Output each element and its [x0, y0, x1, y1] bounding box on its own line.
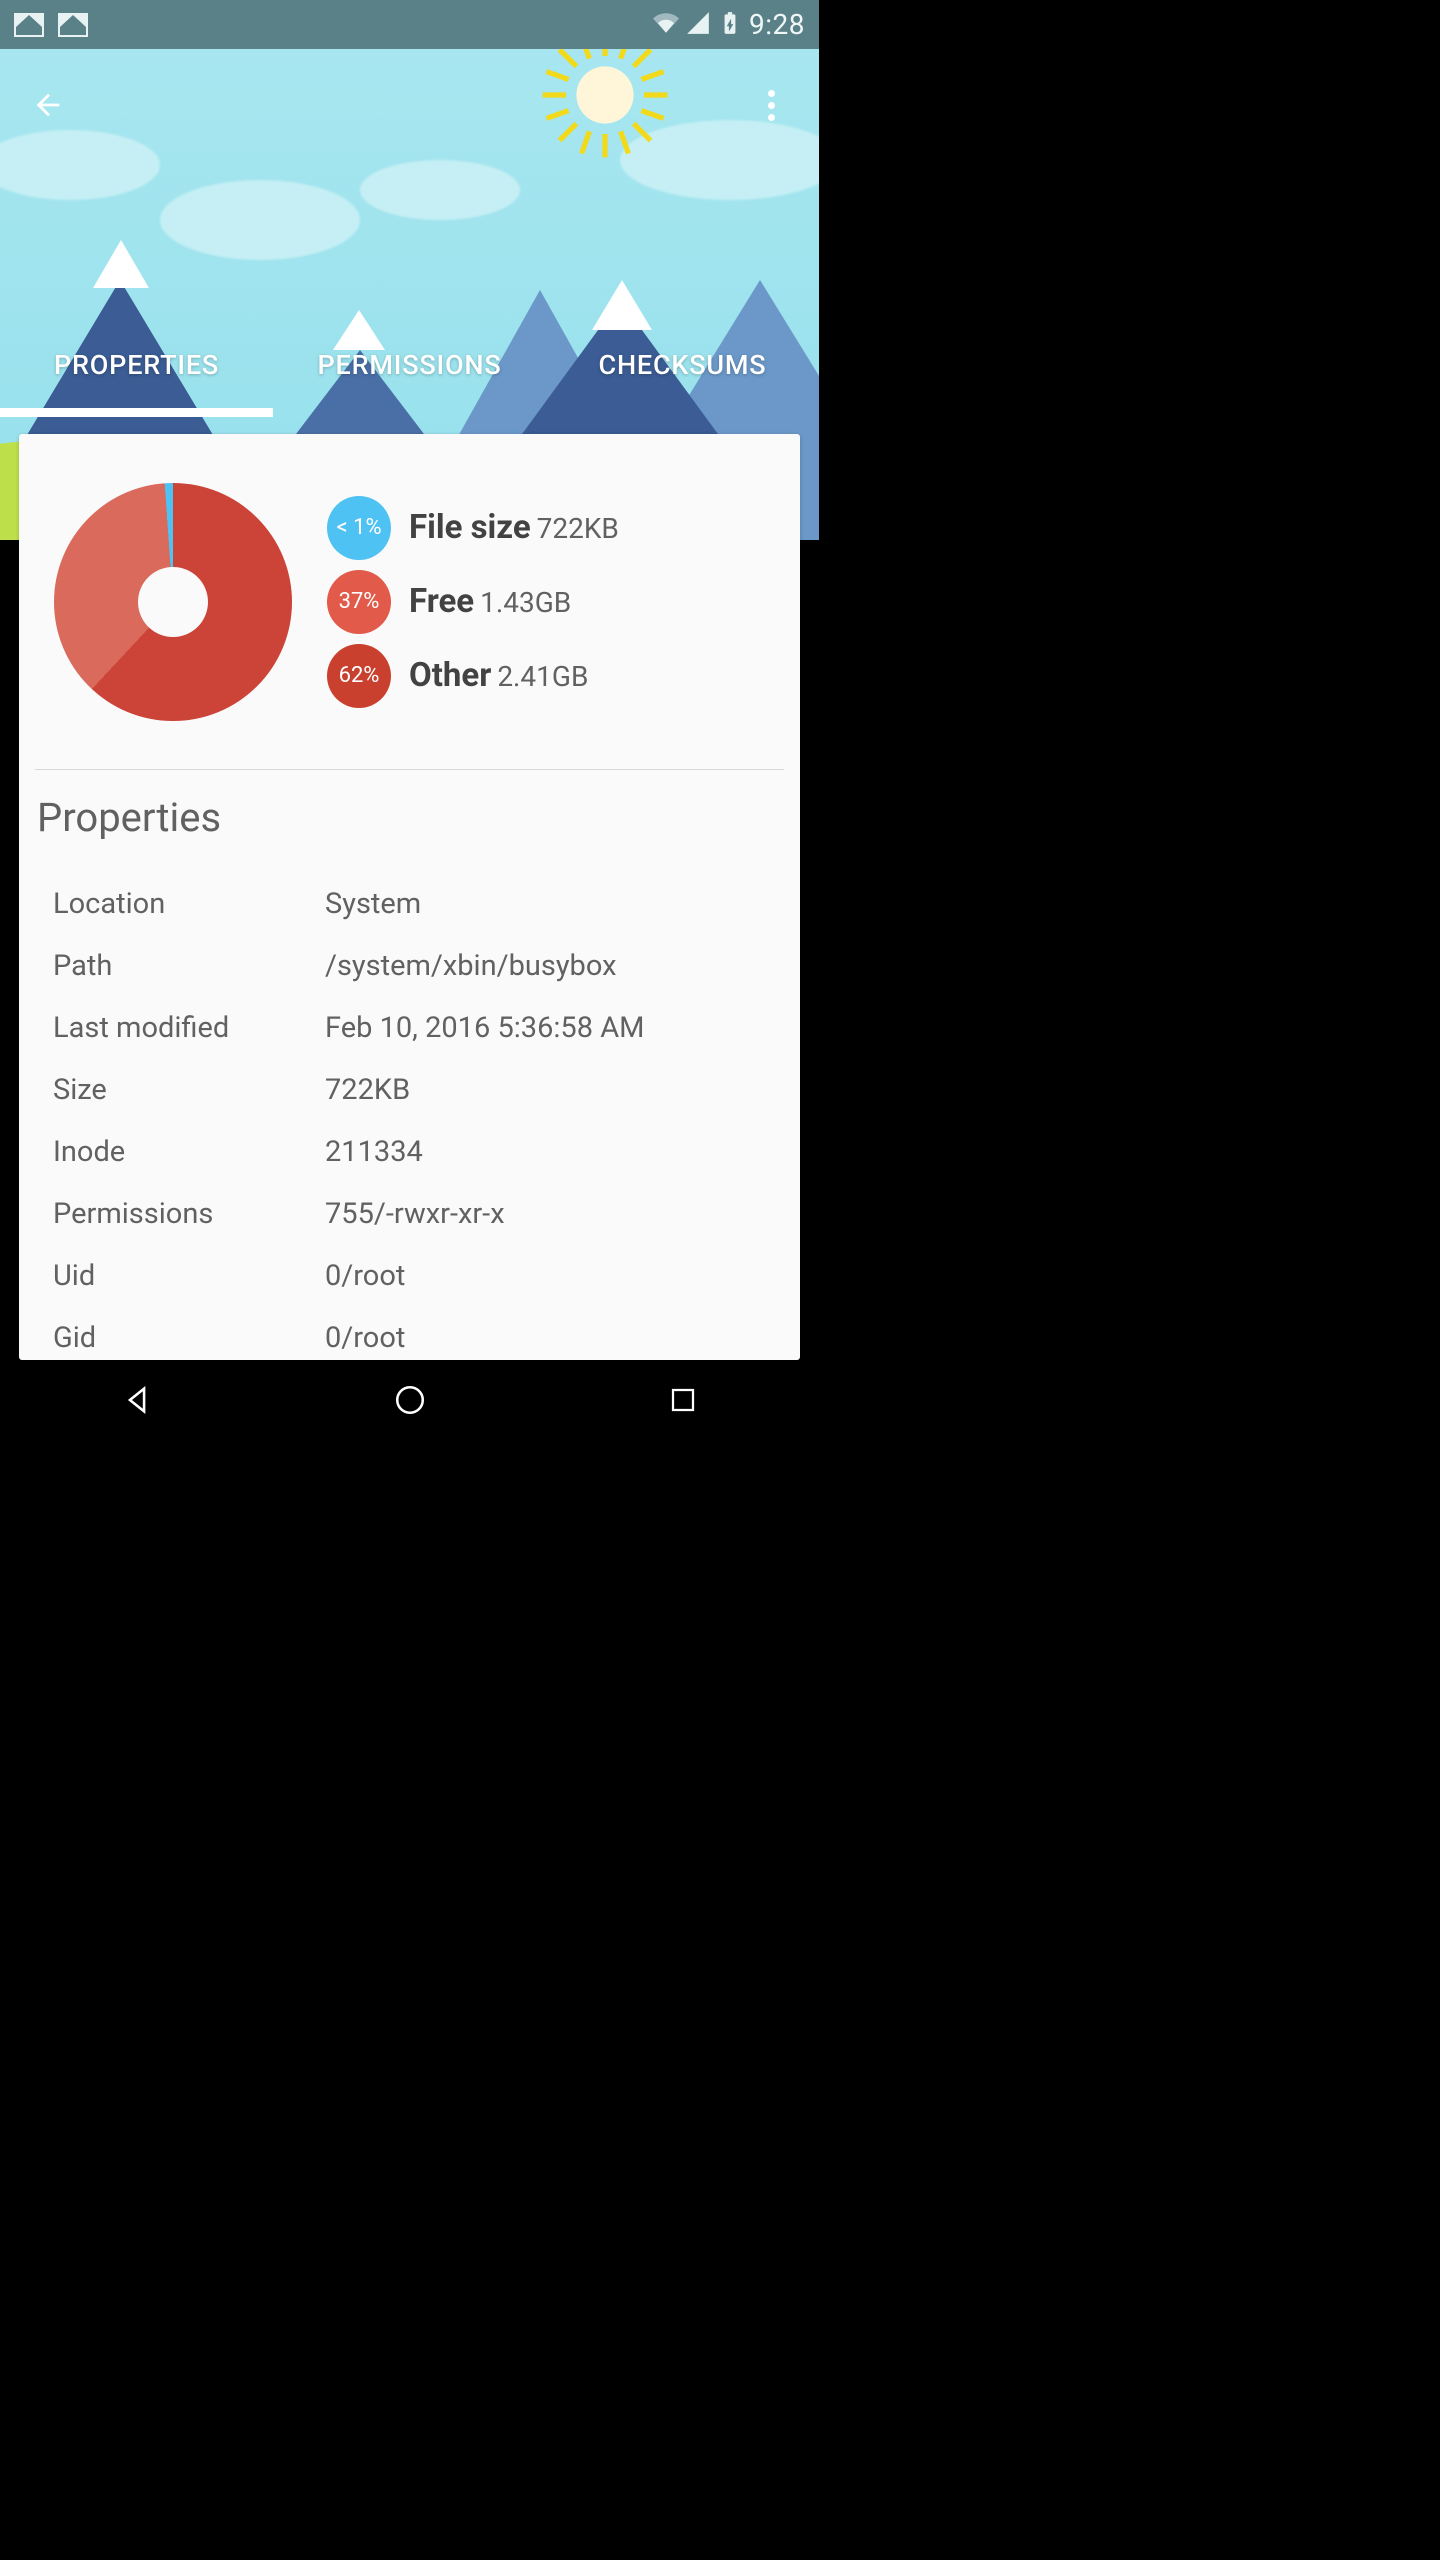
status-bar: 9:28 [0, 0, 819, 49]
prop-key: Path [53, 949, 325, 983]
more-vert-icon [768, 90, 775, 121]
prop-val: 722KB [325, 1073, 410, 1107]
nav-home-button[interactable] [380, 1375, 440, 1425]
prop-val: /system/xbin/busybox [325, 949, 616, 983]
prop-row-path: Path /system/xbin/busybox [53, 935, 784, 997]
prop-key: Gid [53, 1321, 325, 1355]
divider [35, 769, 784, 770]
legend-filesize: < 1% File size722KB [327, 496, 619, 560]
status-clock: 9:28 [749, 8, 805, 41]
free-value: 1.43GB [480, 586, 571, 619]
tab-properties[interactable]: PROPERTIES [0, 315, 273, 415]
storage-donut-chart [54, 483, 292, 721]
cellular-icon [685, 10, 711, 40]
circle-home-icon [393, 1383, 427, 1417]
prop-key: Size [53, 1073, 325, 1107]
prop-key: Uid [53, 1259, 325, 1293]
back-button[interactable] [24, 81, 72, 129]
wifi-icon [653, 10, 679, 40]
nav-back-button[interactable] [107, 1375, 167, 1425]
triangle-back-icon [120, 1383, 154, 1417]
properties-table: Location System Path /system/xbin/busybo… [35, 873, 784, 1360]
nav-recents-button[interactable] [653, 1375, 713, 1425]
prop-key: Inode [53, 1135, 325, 1169]
legend-free: 37% Free1.43GB [327, 570, 619, 634]
prop-row-gid: Gid 0/root [53, 1307, 784, 1360]
legend-other: 62% Other2.41GB [327, 644, 619, 708]
prop-row-location: Location System [53, 873, 784, 935]
filesize-label: File size [409, 508, 531, 547]
prop-val: 211334 [325, 1135, 423, 1169]
prop-row-permissions: Permissions 755/-rwxr-xr-x [53, 1183, 784, 1245]
prop-row-uid: Uid 0/root [53, 1245, 784, 1307]
prop-row-size: Size 722KB [53, 1059, 784, 1121]
prop-row-last-modified: Last modified Feb 10, 2016 5:36:58 AM [53, 997, 784, 1059]
storage-legend: < 1% File size722KB 37% Free1.43GB 62% O… [327, 496, 619, 708]
tab-bar: PROPERTIES PERMISSIONS CHECKSUMS [0, 315, 819, 415]
filesize-value: 722KB [537, 512, 619, 545]
arrow-back-icon [31, 88, 65, 122]
prop-row-inode: Inode 211334 [53, 1121, 784, 1183]
prop-key: Location [53, 887, 325, 921]
system-nav-bar [0, 1360, 819, 1440]
filesize-pct-badge: < 1% [327, 496, 391, 560]
tab-checksums[interactable]: CHECKSUMS [546, 315, 819, 415]
prop-val: 755/-rwxr-xr-x [325, 1197, 505, 1231]
gmail-notification-icon [14, 13, 44, 37]
other-value: 2.41GB [497, 660, 588, 693]
overflow-menu-button[interactable] [747, 81, 795, 129]
gmail-notification-icon [58, 13, 88, 37]
other-label: Other [409, 656, 491, 695]
prop-val: System [325, 887, 421, 921]
section-title-properties: Properties [35, 794, 784, 841]
properties-card: < 1% File size722KB 37% Free1.43GB 62% O… [19, 434, 800, 1360]
prop-key: Permissions [53, 1197, 325, 1231]
app-bar [0, 49, 819, 161]
battery-charging-icon [717, 10, 743, 40]
storage-summary: < 1% File size722KB 37% Free1.43GB 62% O… [35, 464, 784, 739]
square-recents-icon [668, 1385, 698, 1415]
tab-permissions[interactable]: PERMISSIONS [273, 315, 546, 415]
other-pct-badge: 62% [327, 644, 391, 708]
prop-val: 0/root [325, 1321, 405, 1355]
prop-val: 0/root [325, 1259, 405, 1293]
prop-val: Feb 10, 2016 5:36:58 AM [325, 1011, 644, 1045]
free-label: Free [409, 582, 474, 621]
free-pct-badge: 37% [327, 570, 391, 634]
prop-key: Last modified [53, 1011, 325, 1045]
